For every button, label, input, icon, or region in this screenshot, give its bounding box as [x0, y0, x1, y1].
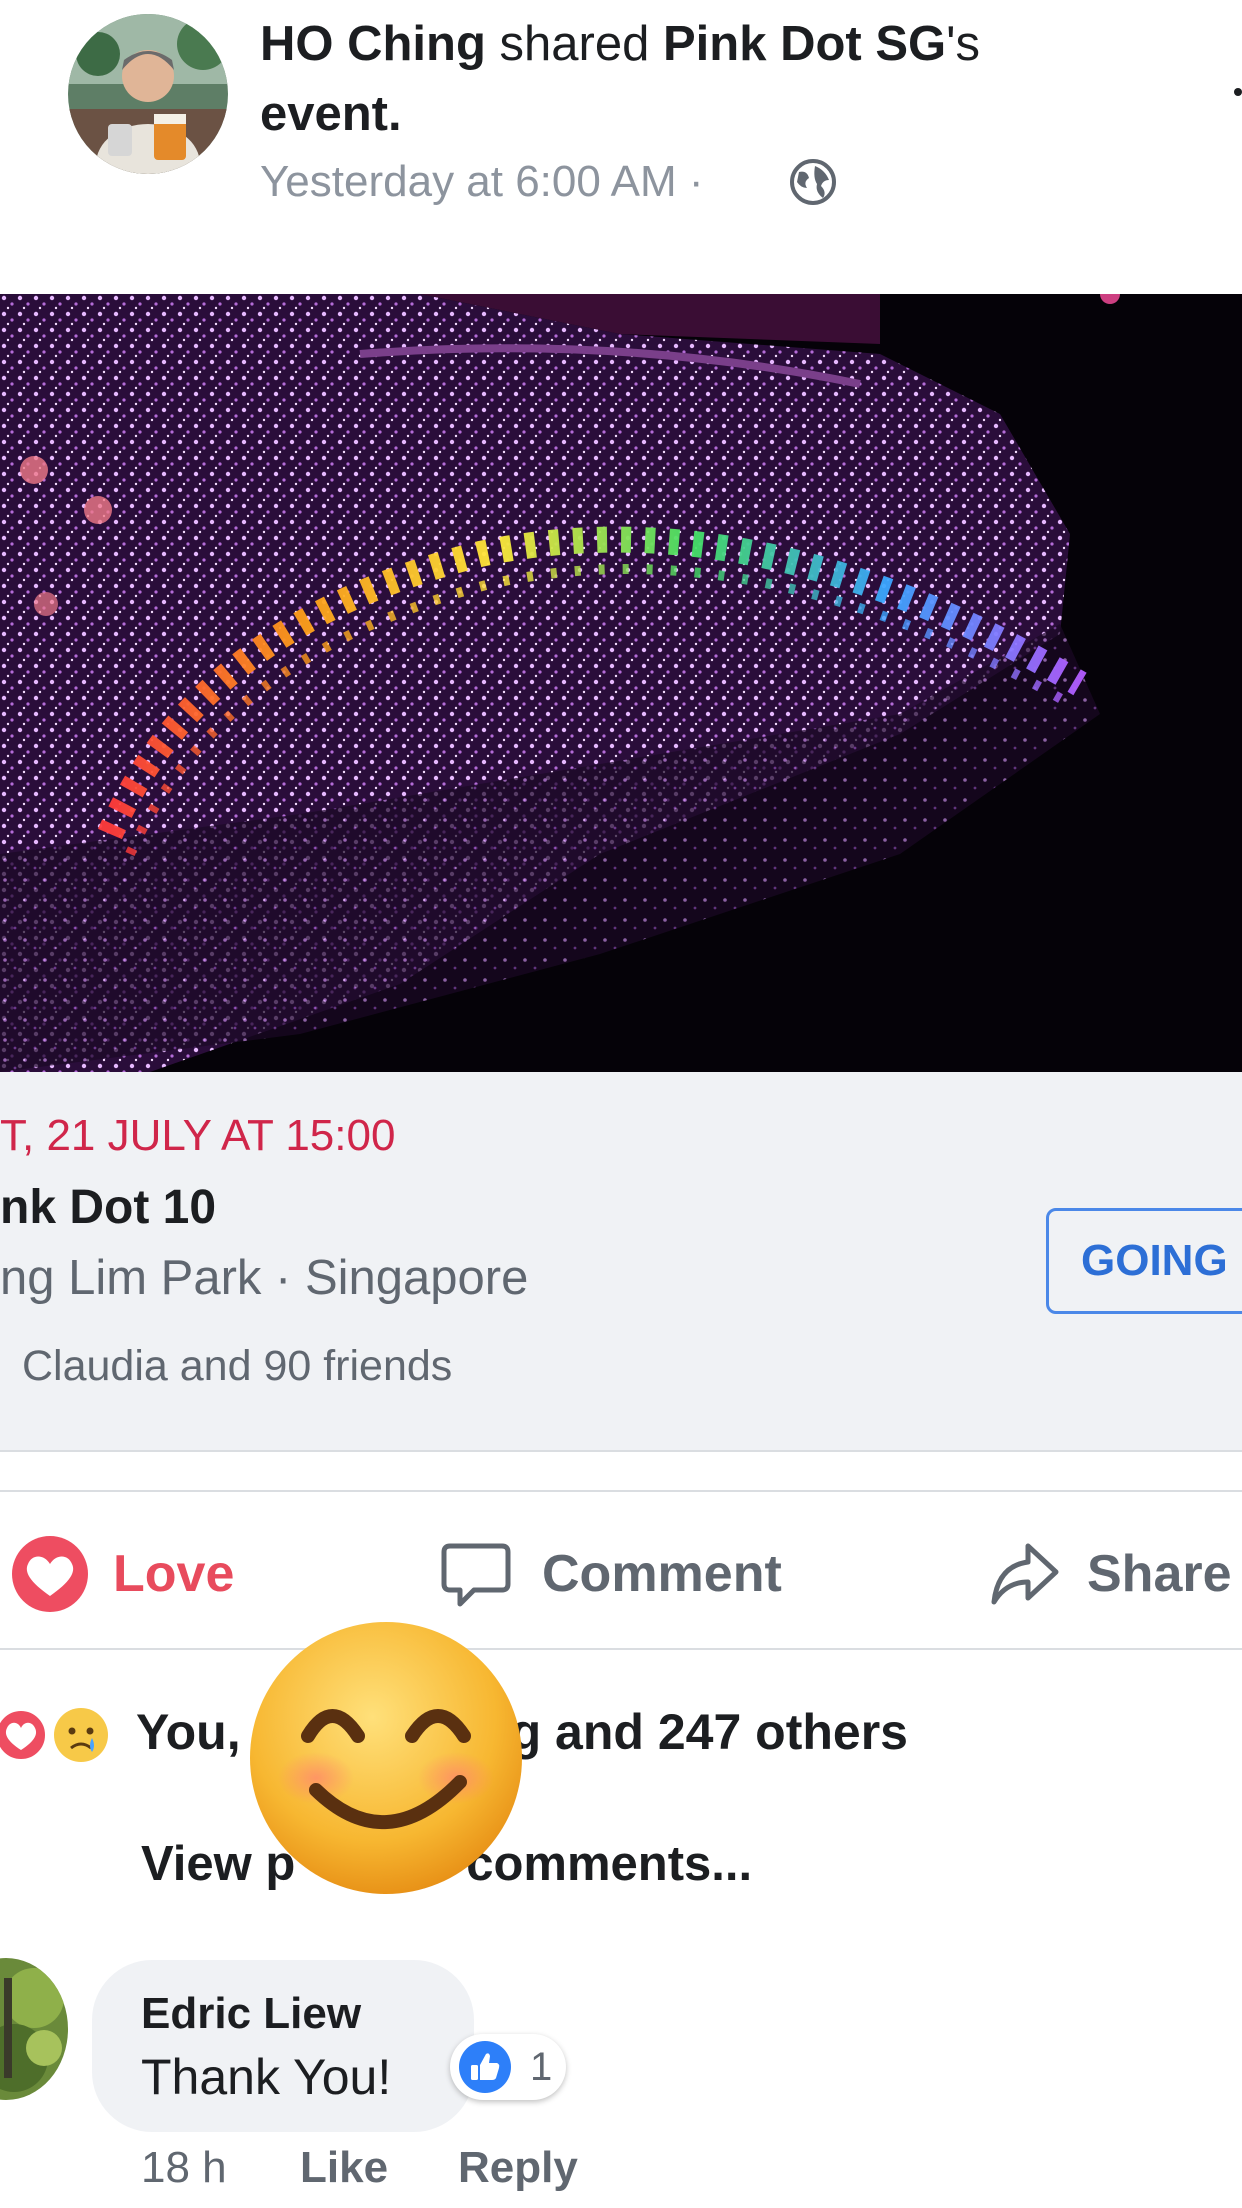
love-reaction-icon[interactable] [10, 1534, 90, 1614]
divider [0, 1490, 1242, 1492]
comment-button[interactable]: Comment [542, 1542, 782, 1606]
post-verb: shared [499, 17, 650, 71]
commenter-avatar[interactable] [0, 1958, 68, 2100]
reaction-summary-left: You, [136, 1704, 241, 1760]
comment-reply-button[interactable]: Reply [458, 2140, 578, 2196]
smiling-face-emoji-sticker [246, 1618, 526, 1898]
love-button[interactable]: Love [113, 1542, 234, 1606]
share-button[interactable]: Share [1087, 1542, 1232, 1606]
share-icon[interactable] [988, 1538, 1060, 1610]
event-location: ng Lim Park · Singapore [0, 1251, 529, 1305]
author-avatar[interactable] [68, 14, 228, 174]
crying-face-icon [52, 1706, 110, 1764]
event-date: T, 21 JULY AT 15:00 [0, 1111, 396, 1160]
reaction-summary-right: g and 247 others [510, 1704, 908, 1760]
globe-icon [789, 158, 837, 206]
post-meta: Yesterday at 6:00 AM · [260, 154, 704, 210]
possessive: 's [946, 17, 980, 71]
comment-text: Thank You! [141, 2049, 392, 2105]
post-header-line1: HO Ching shared Pink Dot SG's [260, 14, 980, 74]
post-header-line2: event. [260, 84, 402, 144]
thumbs-up-icon [458, 2040, 512, 2094]
going-button[interactable]: GOING [1046, 1208, 1242, 1314]
event-friends-going: Claudia and 90 friends [22, 1342, 453, 1390]
author-name[interactable]: HO Ching [260, 17, 486, 71]
commenter-name[interactable]: Edric Liew [141, 1986, 361, 2042]
heart-icon [0, 1706, 50, 1764]
page-name[interactable]: Pink Dot SG [663, 17, 946, 71]
post-timestamp[interactable]: Yesterday at 6:00 AM [260, 157, 677, 206]
divider [0, 1648, 1242, 1650]
event-cover-image[interactable] [0, 284, 1242, 1072]
event-title[interactable]: nk Dot 10 [0, 1178, 216, 1238]
comment-like-count: 1 [530, 2045, 553, 2089]
comment-icon[interactable] [440, 1538, 512, 1610]
event-link[interactable]: event. [260, 87, 402, 141]
more-options-icon[interactable] [1234, 88, 1242, 96]
comment-age: 18 h [141, 2143, 227, 2192]
comment-like-button[interactable]: Like [300, 2140, 388, 2196]
meta-separator: · [688, 157, 704, 206]
